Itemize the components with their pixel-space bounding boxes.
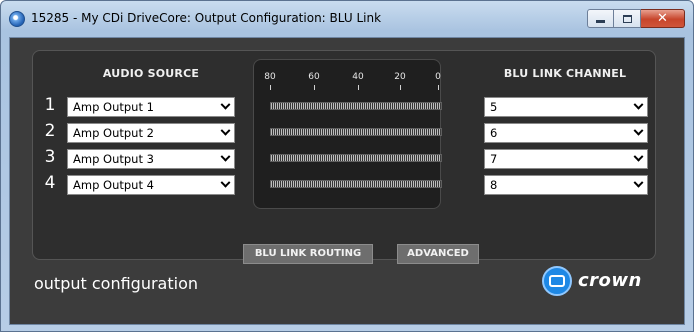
window-title: 15285 - My CDi DriveCore: Output Configu… xyxy=(31,11,382,25)
maximize-button[interactable] xyxy=(614,9,641,28)
advanced-tab[interactable]: ADVANCED xyxy=(397,244,479,264)
maximize-icon xyxy=(622,14,632,23)
minimize-icon xyxy=(596,20,605,23)
audio-source-select-4[interactable]: Amp Output 4 xyxy=(67,175,235,195)
meter-scale-tick xyxy=(400,85,401,90)
blu-link-channel-heading: BLU LINK CHANNEL xyxy=(503,67,627,80)
meter-scale-label: 20 xyxy=(394,72,406,82)
chevron-down-icon xyxy=(220,151,231,162)
crown-logo-icon xyxy=(542,266,572,296)
blu-link-channel-value: 6 xyxy=(490,126,498,140)
row-number: 3 xyxy=(44,147,56,167)
app-icon xyxy=(9,11,25,27)
level-meter-1 xyxy=(270,102,442,110)
output-configuration-panel: AUDIO SOURCE BLU LINK CHANNEL 1 Amp Outp… xyxy=(32,50,656,264)
meter-scale-tick xyxy=(438,85,439,90)
blu-link-channel-select-4[interactable]: 8 xyxy=(484,175,648,195)
row-number: 1 xyxy=(44,95,56,115)
chevron-down-icon xyxy=(633,99,644,110)
blu-link-channel-select-1[interactable]: 5 xyxy=(484,97,648,117)
chevron-down-icon xyxy=(633,125,644,136)
audio-source-select-3[interactable]: Amp Output 3 xyxy=(67,149,235,169)
row-number: 2 xyxy=(44,121,56,141)
meter-scale-label: 40 xyxy=(352,72,364,82)
chevron-down-icon xyxy=(633,151,644,162)
meter-scale-label: 60 xyxy=(308,72,320,82)
blu-link-channel-value: 5 xyxy=(490,100,498,114)
audio-source-value: Amp Output 2 xyxy=(73,126,154,140)
meter-scale-label: 0 xyxy=(435,72,441,82)
blu-link-channel-select-3[interactable]: 7 xyxy=(484,149,648,169)
minimize-button[interactable] xyxy=(587,9,614,28)
audio-source-value: Amp Output 3 xyxy=(73,152,154,166)
meter-scale-tick xyxy=(314,85,315,90)
audio-source-select-1[interactable]: Amp Output 1 xyxy=(67,97,235,117)
page-title: output configuration xyxy=(34,274,198,293)
audio-source-value: Amp Output 4 xyxy=(73,178,154,192)
level-meter-4 xyxy=(270,180,442,188)
row-number: 4 xyxy=(44,173,56,193)
app-window: 15285 - My CDi DriveCore: Output Configu… xyxy=(0,0,694,332)
meter-scale-label: 80 xyxy=(264,72,276,82)
chevron-down-icon xyxy=(220,99,231,110)
level-meter-2 xyxy=(270,128,442,136)
window-controls: ✕ xyxy=(587,9,685,29)
chevron-down-icon xyxy=(633,177,644,188)
blu-link-channel-select-2[interactable]: 6 xyxy=(484,123,648,143)
blu-link-channel-value: 7 xyxy=(490,152,498,166)
close-icon: ✕ xyxy=(657,11,668,26)
blu-link-routing-tab[interactable]: BLU LINK ROUTING xyxy=(243,244,373,264)
close-button[interactable]: ✕ xyxy=(641,9,685,28)
level-meter-3 xyxy=(270,154,442,162)
meter-scale-tick xyxy=(358,85,359,90)
brand-logo-text: crown xyxy=(578,270,642,291)
level-meter-panel: 80 60 40 20 0 xyxy=(253,59,442,209)
chevron-down-icon xyxy=(220,125,231,136)
client-area: AUDIO SOURCE BLU LINK CHANNEL 1 Amp Outp… xyxy=(9,37,685,325)
audio-source-select-2[interactable]: Amp Output 2 xyxy=(67,123,235,143)
meter-scale-tick xyxy=(270,85,271,90)
audio-source-value: Amp Output 1 xyxy=(73,100,154,114)
chevron-down-icon xyxy=(220,177,231,188)
title-bar[interactable]: 15285 - My CDi DriveCore: Output Configu… xyxy=(1,1,693,37)
audio-source-heading: AUDIO SOURCE xyxy=(102,67,200,80)
blu-link-channel-value: 8 xyxy=(490,178,498,192)
